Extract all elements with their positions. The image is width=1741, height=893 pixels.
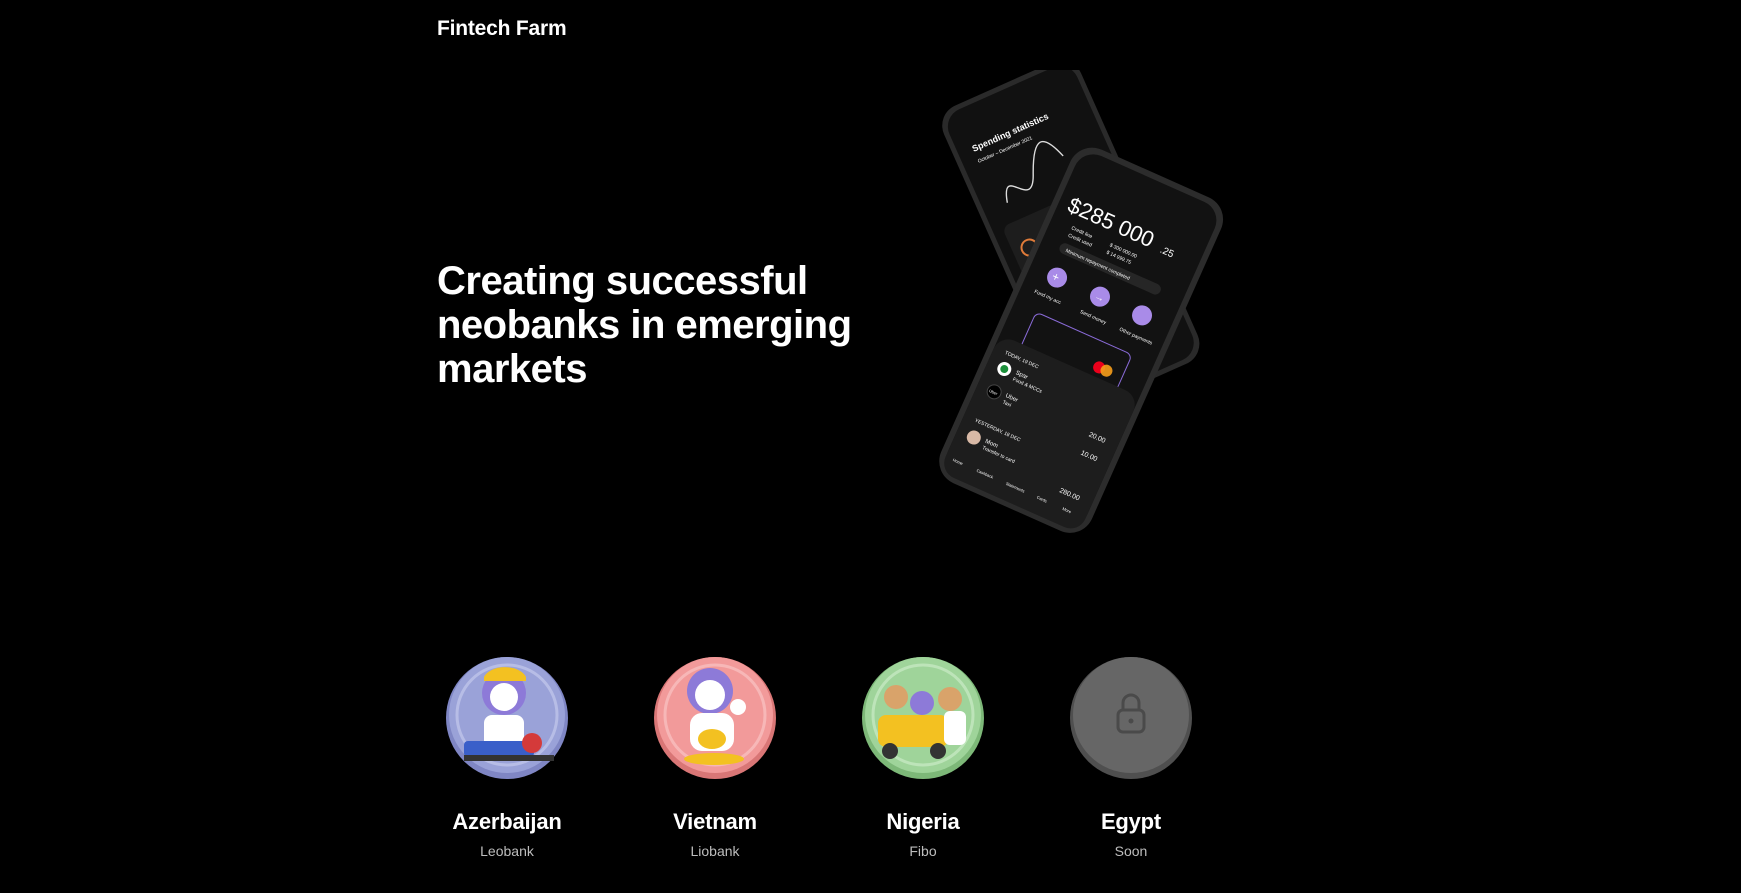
- lion-lucky-cat-badge: [652, 655, 778, 781]
- markets-list: Azerbaijan Leobank Vietnam Liobank Niger…: [437, 655, 1217, 885]
- landing-page: Fintech Farm Creating successful neobank…: [0, 0, 1741, 893]
- phones-illustration: Spending statistics October – December 2…: [939, 70, 1224, 533]
- market-country: Azerbaijan: [452, 809, 562, 834]
- market-country: Vietnam: [673, 809, 757, 834]
- hero-headline: Creating successful neobanks in emerging…: [437, 259, 852, 391]
- lock-icon: [1068, 655, 1194, 781]
- market-azerbaijan[interactable]: Azerbaijan Leobank: [437, 655, 577, 859]
- market-bank: Fibo: [909, 843, 937, 859]
- market-bank: Leobank: [480, 843, 534, 859]
- logo-link[interactable]: Fintech Farm: [437, 17, 567, 41]
- market-egypt[interactable]: Egypt Soon: [1061, 655, 1201, 859]
- lion-worker-badge: [444, 655, 570, 781]
- rickshaw-monkeys-badge: [860, 655, 986, 781]
- market-country: Egypt: [1100, 809, 1162, 834]
- market-bank: Liobank: [690, 843, 740, 859]
- market-country: Nigeria: [886, 809, 960, 834]
- market-vietnam[interactable]: Vietnam Liobank: [645, 655, 785, 859]
- market-nigeria[interactable]: Nigeria Fibo: [853, 655, 993, 859]
- market-bank: Soon: [1114, 843, 1148, 859]
